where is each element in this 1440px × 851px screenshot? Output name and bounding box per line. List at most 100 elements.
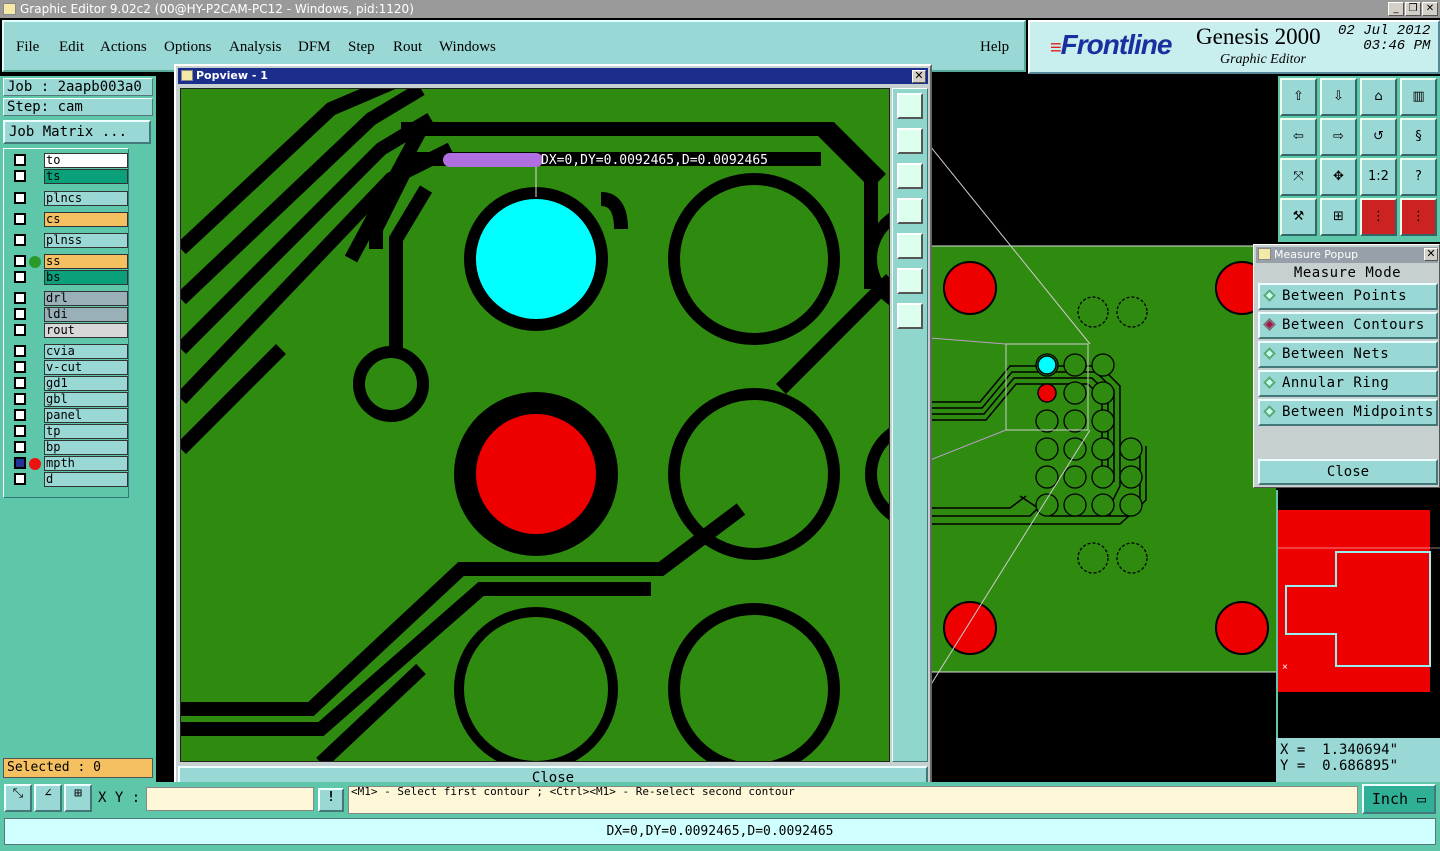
layer-row-panel[interactable]: panel xyxy=(10,408,128,423)
measure-mode-icon[interactable]: ∠ xyxy=(34,784,62,812)
layer-name[interactable]: plnss xyxy=(44,233,128,248)
menu-windows[interactable]: Windows xyxy=(439,39,496,56)
pan-left-icon[interactable] xyxy=(897,198,923,224)
menu-help[interactable]: Help xyxy=(980,39,1009,56)
minimize-button[interactable]: _ xyxy=(1388,2,1404,16)
menu-step[interactable]: Step xyxy=(348,39,375,56)
layer-name[interactable]: d xyxy=(44,472,128,487)
measure-option-between-contours[interactable]: Between Contours xyxy=(1258,312,1438,339)
layer-name[interactable]: cs xyxy=(44,212,128,227)
layer-row-plncs[interactable]: plncs xyxy=(10,191,128,206)
layer-row-ss[interactable]: ss xyxy=(10,254,128,269)
popview-close-x-icon[interactable]: ✕ xyxy=(912,70,926,83)
snake-icon[interactable]: § xyxy=(1400,118,1437,156)
copy-view-icon[interactable] xyxy=(897,93,923,119)
layer-checkbox[interactable] xyxy=(14,308,26,320)
measure-close-button[interactable]: Close xyxy=(1258,459,1438,485)
pan-right-icon[interactable]: ⇨ xyxy=(1320,118,1357,156)
graphic-canvas[interactable] xyxy=(930,76,1276,784)
layer-checkbox[interactable] xyxy=(14,271,26,283)
layer-name[interactable]: to xyxy=(44,153,128,168)
layer-row-gd1[interactable]: gd1 xyxy=(10,376,128,391)
layer-row-bs[interactable]: bs xyxy=(10,270,128,285)
zoom-down-icon[interactable]: ⇩ xyxy=(1320,78,1357,116)
layer-checkbox[interactable] xyxy=(14,377,26,389)
undo-view-icon[interactable]: ↺ xyxy=(1360,118,1397,156)
menu-dfm[interactable]: DFM xyxy=(298,39,331,56)
layer-name[interactable]: tp xyxy=(44,424,128,439)
menu-rout[interactable]: Rout xyxy=(393,39,422,56)
snap-red-icon[interactable]: ⋮ xyxy=(1360,198,1397,236)
layer-checkbox[interactable] xyxy=(14,154,26,166)
measure-option-between-points[interactable]: Between Points xyxy=(1258,283,1438,310)
measure-option-between-nets[interactable]: Between Nets xyxy=(1258,341,1438,368)
zoom-home-icon[interactable]: ⇧ xyxy=(1280,78,1317,116)
layer-name[interactable]: rout xyxy=(44,323,128,338)
menu-options[interactable]: Options xyxy=(164,39,212,56)
layer-name[interactable]: gd1 xyxy=(44,376,128,391)
layer-row-v-cut[interactable]: v-cut xyxy=(10,360,128,375)
help-icon[interactable]: ? xyxy=(1400,158,1437,196)
zoom-ratio-icon[interactable]: 1:2 xyxy=(1360,158,1397,196)
menu-file[interactable]: File xyxy=(16,39,39,56)
grid-icon[interactable]: ⊞ xyxy=(1320,198,1357,236)
menu-actions[interactable]: Actions xyxy=(100,39,147,56)
layer-row-rout[interactable]: rout xyxy=(10,323,128,338)
snap-red-2-icon[interactable]: ⋮ xyxy=(1400,198,1437,236)
layer-name[interactable]: bp xyxy=(44,440,128,455)
layer-name[interactable]: ts xyxy=(44,169,128,184)
layer-checkbox[interactable] xyxy=(14,324,26,336)
layer-name[interactable]: ldi xyxy=(44,307,128,322)
menu-edit[interactable]: Edit xyxy=(59,39,84,56)
measure-close-x-icon[interactable]: ✕ xyxy=(1424,248,1438,261)
layer-checkbox[interactable] xyxy=(14,425,26,437)
split-view-icon[interactable]: ▥ xyxy=(1400,78,1437,116)
pan-up-icon[interactable] xyxy=(897,128,923,154)
layer-name[interactable]: gbl xyxy=(44,392,128,407)
alert-icon[interactable]: ! xyxy=(318,788,344,812)
popview-canvas[interactable]: DX=0,DY=0.0092465,D=0.0092465 xyxy=(180,88,890,762)
layer-checkbox[interactable] xyxy=(14,441,26,453)
layer-checkbox[interactable] xyxy=(14,170,26,182)
home-view-icon[interactable]: ⌂ xyxy=(1360,78,1397,116)
layer-row-mpth[interactable]: mpth xyxy=(10,456,128,471)
units-dropdown[interactable]: Inch ▭ xyxy=(1362,784,1436,814)
layer-row-tp[interactable]: tp xyxy=(10,424,128,439)
xy-input[interactable] xyxy=(146,787,314,811)
layer-checkbox[interactable] xyxy=(14,292,26,304)
layer-checkbox[interactable] xyxy=(14,457,26,469)
layer-checkbox[interactable] xyxy=(14,255,26,267)
grid-mode-icon[interactable]: ⊞ xyxy=(64,784,92,812)
tools-icon[interactable]: ⚒ xyxy=(1280,198,1317,236)
fit-all-icon[interactable]: ⤧ xyxy=(1280,158,1317,196)
layer-name[interactable]: bs xyxy=(44,270,128,285)
menu-analysis[interactable]: Analysis xyxy=(229,39,282,56)
layer-row-ldi[interactable]: ldi xyxy=(10,307,128,322)
layer-row-to[interactable]: to xyxy=(10,153,128,168)
layer-checkbox[interactable] xyxy=(14,234,26,246)
pan-right-icon[interactable] xyxy=(897,233,923,259)
layer-name[interactable]: cvia xyxy=(44,344,128,359)
layer-checkbox[interactable] xyxy=(14,473,26,485)
layer-checkbox[interactable] xyxy=(14,393,26,405)
layer-name[interactable]: plncs xyxy=(44,191,128,206)
layer-name[interactable]: mpth xyxy=(44,456,128,471)
layer-checkbox[interactable] xyxy=(14,409,26,421)
layer-name[interactable]: v-cut xyxy=(44,360,128,375)
layer-row-d[interactable]: d xyxy=(10,472,128,487)
zoom-out-icon[interactable] xyxy=(897,268,923,294)
layer-checkbox[interactable] xyxy=(14,361,26,373)
measure-option-annular-ring[interactable]: Annular Ring xyxy=(1258,370,1438,397)
layer-row-ts[interactable]: ts xyxy=(10,169,128,184)
layer-row-bp[interactable]: bp xyxy=(10,440,128,455)
layer-row-plnss[interactable]: plnss xyxy=(10,233,128,248)
pan-left-icon[interactable]: ⇦ xyxy=(1280,118,1317,156)
zoom-in-icon[interactable] xyxy=(897,303,923,329)
layer-name[interactable]: ss xyxy=(44,254,128,269)
layer-checkbox[interactable] xyxy=(14,192,26,204)
layer-row-cs[interactable]: cs xyxy=(10,212,128,227)
pan-down-icon[interactable] xyxy=(897,163,923,189)
job-matrix-button[interactable]: Job Matrix ... xyxy=(3,120,151,144)
maximize-button[interactable]: ❐ xyxy=(1405,2,1421,16)
layer-checkbox[interactable] xyxy=(14,213,26,225)
